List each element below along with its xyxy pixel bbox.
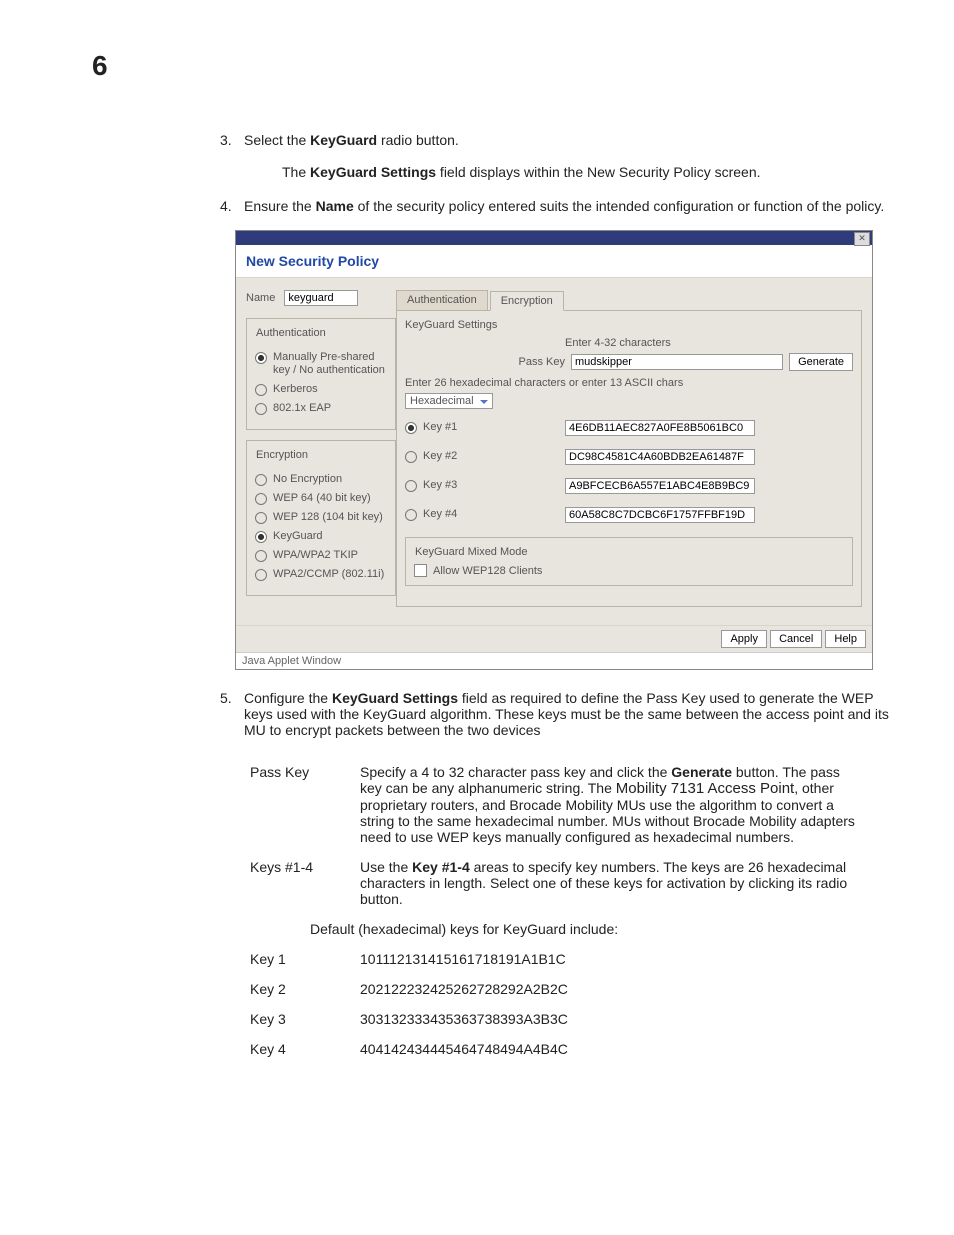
text: Configure the [244, 690, 332, 706]
radio-selected-icon[interactable] [255, 352, 267, 364]
radio-icon[interactable] [255, 403, 267, 415]
bold: KeyGuard [310, 132, 377, 148]
key-value: 404142434445464748494A4B4C [360, 1041, 568, 1057]
help-button[interactable]: Help [825, 630, 866, 648]
key2-input[interactable] [565, 449, 755, 465]
java-applet-note: Java Applet Window [236, 652, 872, 669]
key-label: Key #3 [423, 479, 457, 492]
passkey-input[interactable] [571, 354, 783, 370]
key4-input[interactable] [565, 507, 755, 523]
radio-label: 802.1x EAP [273, 402, 331, 415]
radio-icon[interactable] [255, 474, 267, 486]
bold: Generate [671, 764, 732, 780]
key-label: Key #1 [423, 421, 457, 434]
def-term: Keys #1-4 [250, 859, 360, 907]
step-3-sub: The KeyGuard Settings field displays wit… [282, 164, 894, 180]
step-5: 5. Configure the KeyGuard Settings field… [220, 690, 894, 738]
default-key-row: Key 1101112131415161718191A1B1C [250, 951, 894, 967]
text: The [282, 164, 310, 180]
mixed-mode-title: KeyGuard Mixed Mode [412, 546, 531, 558]
default-key-row: Key 2202122232425262728292A2B2C [250, 981, 894, 997]
bold: KeyGuard Settings [332, 690, 458, 706]
auth-group: Authentication Manually Pre-shared key /… [246, 318, 396, 430]
def-passkey: Pass Key Specify a 4 to 32 character pas… [250, 764, 894, 845]
key1-input[interactable] [565, 420, 755, 436]
titlebar: ✕ [236, 231, 872, 245]
radio-selected-icon[interactable] [255, 531, 267, 543]
def-keys14: Keys #1-4 Use the Key #1-4 areas to spec… [250, 859, 894, 907]
hex-note: Enter 26 hexadecimal characters or enter… [405, 377, 853, 389]
radio-icon[interactable] [255, 384, 267, 396]
step-num: 3. [220, 132, 244, 148]
page-number: 6 [92, 50, 894, 82]
format-select[interactable]: Hexadecimal [405, 393, 493, 409]
cancel-button[interactable]: Cancel [770, 630, 822, 648]
radio-icon[interactable] [255, 493, 267, 505]
radio-icon[interactable] [405, 480, 417, 492]
key-name: Key 4 [250, 1041, 360, 1057]
step-num: 4. [220, 198, 244, 214]
key-name: Key 1 [250, 951, 360, 967]
radio-icon[interactable] [405, 509, 417, 521]
enter-chars-label: Enter 4-32 characters [565, 337, 853, 349]
screenshot-dialog: ✕ New Security Policy Name Authenticatio… [235, 230, 873, 670]
tab-encryption[interactable]: Encryption [490, 291, 564, 311]
key-label: Key #4 [423, 508, 457, 521]
key-value: 202122232425262728292A2B2C [360, 981, 568, 997]
text: field displays within the New Security P… [436, 164, 760, 180]
default-key-row: Key 4404142434445464748494A4B4C [250, 1041, 894, 1057]
radio-icon[interactable] [255, 550, 267, 562]
step-3: 3. Select the KeyGuard radio button. [220, 132, 894, 148]
radio-icon[interactable] [405, 451, 417, 463]
tab-authentication[interactable]: Authentication [396, 290, 488, 310]
radio-label: No Encryption [273, 473, 342, 486]
radio-label: KeyGuard [273, 530, 323, 543]
key-value: 303132333435363738393A3B3C [360, 1011, 568, 1027]
def-term: Pass Key [250, 764, 360, 845]
key-name: Key 2 [250, 981, 360, 997]
text: Specify a 4 to 32 character pass key and… [360, 764, 671, 780]
radio-label: WPA/WPA2 TKIP [273, 549, 358, 562]
allow-wep-label: Allow WEP128 Clients [433, 565, 542, 577]
generate-button[interactable]: Generate [789, 353, 853, 371]
default-keys-note: Default (hexadecimal) keys for KeyGuard … [310, 921, 894, 937]
apply-button[interactable]: Apply [721, 630, 767, 648]
text: radio button. [377, 132, 459, 148]
close-icon[interactable]: ✕ [854, 232, 870, 246]
step-num: 5. [220, 690, 244, 738]
radio-icon[interactable] [255, 569, 267, 581]
passkey-label: Pass Key [405, 356, 571, 368]
text: Ensure the [244, 198, 316, 214]
default-key-row: Key 3303132333435363738393A3B3C [250, 1011, 894, 1027]
radio-selected-icon[interactable] [405, 422, 417, 434]
kg-settings-title: KeyGuard Settings [405, 319, 853, 331]
enc-group: Encryption No Encryption WEP 64 (40 bit … [246, 440, 396, 596]
radio-label: WPA2/CCMP (802.11i) [273, 568, 384, 581]
checkbox-icon[interactable] [414, 564, 427, 577]
key3-input[interactable] [565, 478, 755, 494]
text: Select the [244, 132, 310, 148]
group-title: Encryption [253, 449, 311, 461]
bold: Mobility 7131 Access Point [616, 780, 794, 797]
bold: Name [316, 198, 354, 214]
bold: KeyGuard Settings [310, 164, 436, 180]
dialog-title: New Security Policy [236, 245, 872, 278]
name-label: Name [246, 292, 275, 304]
key-name: Key 3 [250, 1011, 360, 1027]
step-4: 4. Ensure the Name of the security polic… [220, 198, 894, 214]
tab-panel: KeyGuard Settings Enter 4-32 characters … [396, 310, 862, 607]
radio-label: Kerberos [273, 383, 318, 396]
radio-label: WEP 64 (40 bit key) [273, 492, 371, 505]
radio-label: WEP 128 (104 bit key) [273, 511, 383, 524]
text: Use the [360, 859, 412, 875]
bold: Key #1-4 [412, 859, 470, 875]
radio-icon[interactable] [255, 512, 267, 524]
radio-label: Manually Pre-shared key / No authenticat… [273, 351, 389, 377]
group-title: Authentication [253, 327, 329, 339]
key-value: 101112131415161718191A1B1C [360, 951, 566, 967]
key-label: Key #2 [423, 450, 457, 463]
name-input[interactable] [284, 290, 358, 306]
text: of the security policy entered suits the… [354, 198, 885, 214]
